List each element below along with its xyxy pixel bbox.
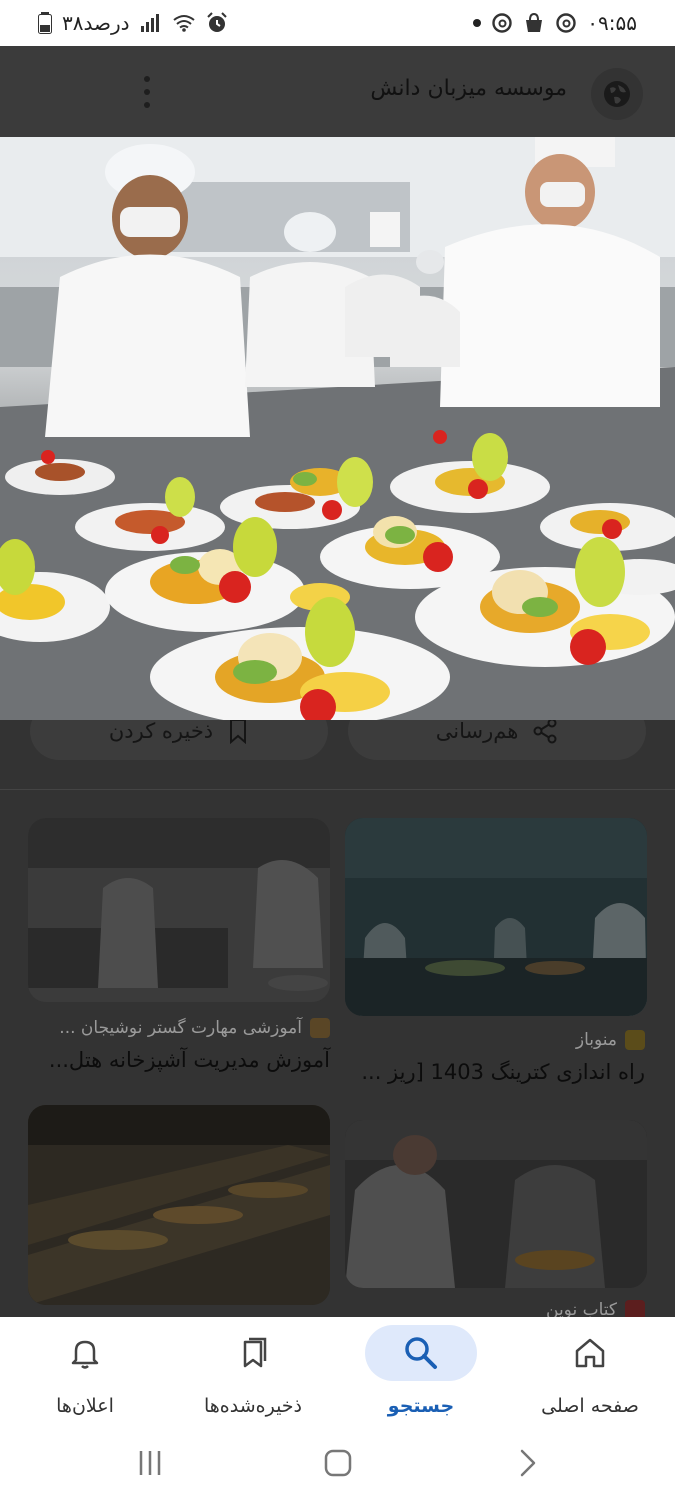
threads-icon-2 <box>555 12 577 34</box>
alarm-icon <box>206 12 228 34</box>
notification-dot-icon <box>473 19 482 27</box>
result-title[interactable]: آموزش مدیریت آشپزخانه هتل... <box>49 1048 330 1072</box>
save-button[interactable]: ذخیره کردن <box>30 720 328 760</box>
save-label: ذخیره کردن <box>108 720 214 743</box>
nav-notifications[interactable]: اعلان‌ها <box>10 1325 160 1425</box>
signal-icon <box>140 14 162 32</box>
bookmarks-icon <box>197 1325 309 1381</box>
result-source: کتاب نوین <box>546 1300 645 1317</box>
nav-saved-label: ذخیره‌شده‌ها <box>203 1395 303 1417</box>
status-bar: ۳۸درصد ۰۹:۵۵ <box>0 0 675 46</box>
result-thumbnail[interactable] <box>28 1105 330 1305</box>
home-button-icon[interactable] <box>308 1441 368 1485</box>
result-source: منوباز <box>576 1030 645 1050</box>
threads-icon <box>491 12 513 34</box>
result-source: آموزشی مهارت گستر نوشیجان ... <box>59 1018 330 1038</box>
recent-apps-icon[interactable] <box>120 1441 180 1485</box>
nav-notifications-label: اعلان‌ها <box>56 1395 114 1417</box>
site-favicon-icon <box>625 1030 645 1050</box>
result-thumbnail[interactable] <box>345 1120 647 1288</box>
system-navigation <box>0 1427 675 1500</box>
site-favicon-icon <box>310 1018 330 1038</box>
nav-home[interactable]: صفحه اصلی <box>515 1325 665 1425</box>
home-icon <box>534 1325 646 1381</box>
share-button[interactable]: هم‌رسانی <box>348 720 646 760</box>
wifi-icon <box>172 14 196 32</box>
search-icon <box>365 1325 477 1381</box>
shopping-bag-icon <box>523 12 545 34</box>
result-thumbnail[interactable] <box>345 818 647 1016</box>
app-screen: ۳۸درصد ۰۹:۵۵ مو <box>0 0 675 1500</box>
battery-percent: ۳۸درصد <box>62 11 130 35</box>
site-favicon-icon <box>625 1300 645 1317</box>
result-thumbnail[interactable] <box>28 818 330 1002</box>
site-title: موسسه میزبان دانش <box>370 76 567 101</box>
result-title[interactable]: راه اندازی کترینگ 1403 [ریز ... <box>361 1060 645 1084</box>
battery-icon <box>38 12 52 34</box>
globe-icon[interactable] <box>591 68 643 120</box>
divider <box>0 789 675 790</box>
more-options-icon[interactable] <box>132 76 162 108</box>
share-label: هم‌رسانی <box>435 720 519 743</box>
results-area: هم‌رسانی ذخیره کردن منوباز <box>0 720 675 1317</box>
status-right: ۰۹:۵۵ <box>473 11 637 35</box>
nav-search-label: جستجو <box>387 1395 455 1417</box>
nav-saved[interactable]: ذخیره‌شده‌ها <box>178 1325 328 1425</box>
back-icon[interactable] <box>497 1441 557 1485</box>
nav-search[interactable]: جستجو <box>346 1325 496 1425</box>
page-header: موسسه میزبان دانش <box>0 46 675 137</box>
nav-home-label: صفحه اصلی <box>541 1395 639 1417</box>
bookmark-icon <box>227 720 249 744</box>
bell-icon <box>29 1325 141 1381</box>
bottom-navigation: صفحه اصلی جستجو ذخیره‌شده‌ها اعلان‌ها <box>0 1317 675 1427</box>
share-icon <box>532 720 558 744</box>
status-left: ۳۸درصد <box>38 11 228 35</box>
hero-image[interactable] <box>0 137 675 720</box>
clock: ۰۹:۵۵ <box>587 11 637 35</box>
